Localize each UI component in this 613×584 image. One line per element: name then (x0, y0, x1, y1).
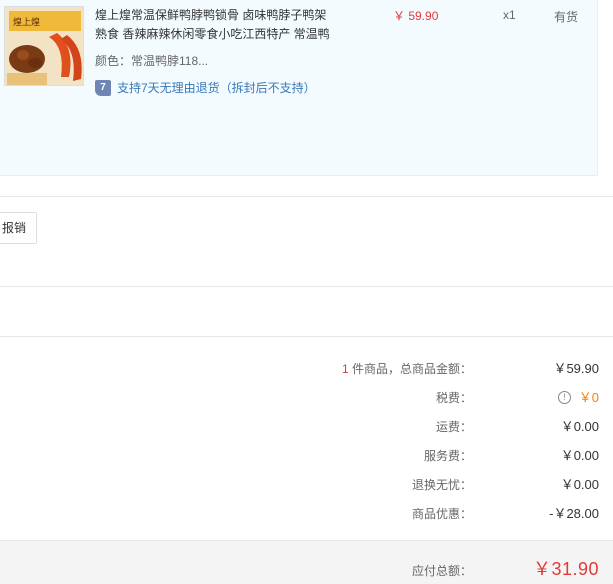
total-label: 应付总额： (411, 564, 472, 578)
product-color: 颜色：常温鸭脖118... (95, 54, 209, 68)
return-care-label: 退换无忧： (411, 478, 472, 492)
service-value: ￥0.00 (560, 448, 599, 463)
return-policy[interactable]: 7 支持7天无理由退货（拆封后不支持） (95, 79, 316, 97)
summary-shipping: 运费： ￥0.00 (0, 417, 613, 437)
total-bar: 应付总额： ￥31.90 (0, 540, 613, 584)
info-icon[interactable]: ! (558, 391, 571, 404)
product-quantity: x1 (503, 8, 516, 22)
summary-goods-value: ￥59.90 (553, 361, 599, 376)
summary-tax: 税费： ! ￥0 (0, 388, 613, 408)
product-thumbnail[interactable]: 煌上煌 (4, 6, 84, 86)
return-policy-text: 支持7天无理由退货（拆封后不支持） (117, 81, 316, 95)
item-count: 1 (341, 362, 349, 376)
summary-goods-label: 1 件商品，总商品金额： (342, 359, 472, 379)
divider (0, 336, 613, 337)
summary-discount: 商品优惠： -￥28.00 (0, 504, 613, 524)
summary-return-care: 退换无忧： ￥0.00 (0, 475, 613, 495)
summary-service: 服务费： ￥0.00 (0, 446, 613, 466)
total-value: ￥31.90 (532, 559, 599, 579)
count-label: 件商品，总商品金额： (348, 362, 472, 376)
product-row: 煌上煌 煌上煌常温保鲜鸭脖鸭锁骨 卤味鸭脖子鸭架熟食 香辣麻辣休闲零食小吃江西特… (0, 0, 598, 176)
service-label: 服务费： (423, 449, 472, 463)
discount-value: -￥28.00 (549, 506, 599, 521)
return-care-value: ￥0.00 (560, 477, 599, 492)
discount-label: 商品优惠： (411, 507, 472, 521)
tax-value: ￥0 (578, 390, 599, 405)
divider (0, 196, 613, 197)
shipping-label: 运费： (435, 420, 472, 434)
divider (0, 286, 613, 287)
product-stock-status: 有货 (554, 10, 579, 24)
thumb-brand-text: 煌上煌 (13, 16, 40, 28)
shipping-value: ￥0.00 (560, 419, 599, 434)
summary-goods-total: 1 件商品，总商品金额： ￥59.90 (0, 359, 613, 379)
product-name[interactable]: 煌上煌常温保鲜鸭脖鸭锁骨 卤味鸭脖子鸭架熟食 香辣麻辣休闲零食小吃江西特产 常温… (95, 6, 335, 44)
product-price: ￥ 59.90 (393, 9, 439, 23)
tax-label: 税费： (435, 391, 472, 405)
invoice-button[interactable]: 报销 (0, 212, 37, 244)
seven-day-return-icon: 7 (95, 80, 111, 96)
product-image: 煌上煌 (5, 7, 83, 85)
